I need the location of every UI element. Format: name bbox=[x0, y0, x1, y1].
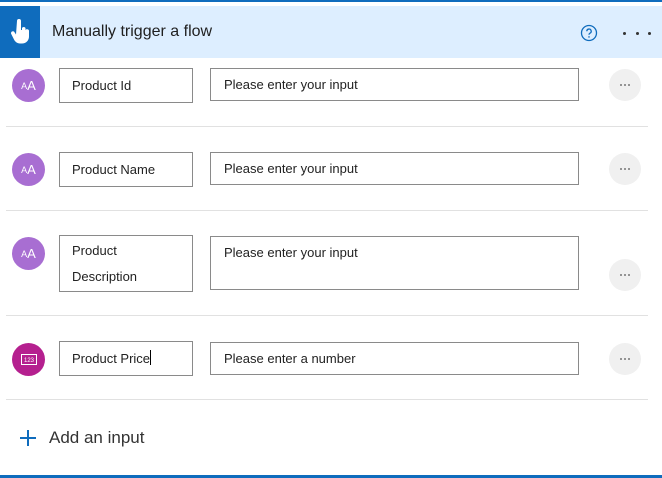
plus-icon bbox=[20, 430, 36, 446]
input-placeholder: Please enter your input bbox=[224, 161, 358, 176]
text-type-icon: AA bbox=[12, 69, 45, 102]
row-menu-button[interactable] bbox=[609, 153, 641, 185]
trigger-card: Manually trigger a flow AA Product Id Pl… bbox=[0, 0, 662, 478]
text-type-icon: AA bbox=[12, 153, 45, 186]
input-name-text: Product Name bbox=[72, 162, 156, 177]
ellipsis-icon[interactable] bbox=[623, 22, 651, 44]
input-name-text: Product Price bbox=[72, 351, 151, 366]
row-divider bbox=[6, 210, 648, 211]
text-type-icon: AA bbox=[12, 237, 45, 270]
svg-text:123: 123 bbox=[23, 358, 34, 364]
add-input-label: Add an input bbox=[49, 428, 145, 447]
text-cursor bbox=[150, 350, 152, 365]
row-menu-button[interactable] bbox=[609, 259, 641, 291]
input-name-field[interactable]: Product Price bbox=[59, 341, 193, 376]
row-divider bbox=[6, 315, 648, 316]
row-divider bbox=[6, 399, 648, 400]
input-name-text: Product Id bbox=[72, 78, 132, 93]
input-name-field[interactable]: Product Description bbox=[59, 235, 193, 292]
input-value-field[interactable]: Please enter a number bbox=[210, 342, 579, 375]
hand-pointer-icon bbox=[0, 6, 40, 58]
row-menu-button[interactable] bbox=[609, 343, 641, 375]
add-input-button[interactable]: Add an input bbox=[20, 426, 144, 450]
card-header[interactable]: Manually trigger a flow bbox=[0, 6, 662, 58]
number-type-icon: 123 bbox=[12, 343, 45, 376]
question-circle-icon[interactable] bbox=[580, 24, 598, 42]
input-name-text: Product Description bbox=[72, 243, 138, 284]
input-placeholder: Please enter your input bbox=[224, 245, 358, 260]
card-title: Manually trigger a flow bbox=[52, 23, 213, 40]
row-menu-button[interactable] bbox=[609, 69, 641, 101]
input-value-field[interactable]: Please enter your input bbox=[210, 236, 579, 290]
input-name-field[interactable]: Product Id bbox=[59, 68, 193, 103]
input-value-field[interactable]: Please enter your input bbox=[210, 68, 579, 101]
input-placeholder: Please enter your input bbox=[224, 77, 358, 92]
input-placeholder: Please enter a number bbox=[224, 351, 356, 366]
input-name-field[interactable]: Product Name bbox=[59, 152, 193, 187]
row-divider bbox=[6, 126, 648, 127]
input-value-field[interactable]: Please enter your input bbox=[210, 152, 579, 185]
